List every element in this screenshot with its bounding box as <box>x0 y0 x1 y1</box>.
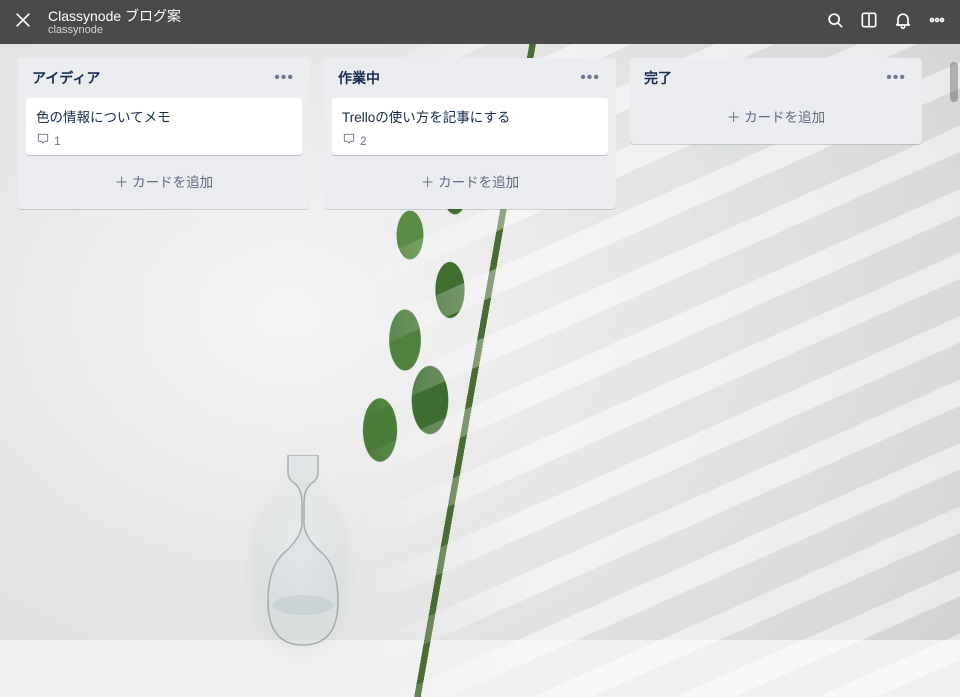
list-title[interactable]: アイディア <box>32 68 100 88</box>
board: アイディア ••• 色の情報についてメモ 1 ＋ カードを追加 作業中 ••• … <box>0 44 960 223</box>
more-menu-button[interactable] <box>920 5 954 39</box>
boards-button[interactable] <box>852 5 886 39</box>
list-title[interactable]: 完了 <box>644 68 672 88</box>
card-badges: 2 <box>342 132 598 149</box>
add-card-button[interactable]: ＋ カードを追加 <box>26 163 302 199</box>
app-header: Classynode ブログ案 classynode <box>0 0 960 44</box>
list-title[interactable]: 作業中 <box>338 68 380 88</box>
notifications-button[interactable] <box>886 5 920 39</box>
more-icon <box>927 10 947 35</box>
more-icon: ••• <box>580 69 600 86</box>
card-title: Trelloの使い方を記事にする <box>342 106 598 126</box>
card[interactable]: Trelloの使い方を記事にする 2 <box>332 98 608 155</box>
search-button[interactable] <box>818 5 852 39</box>
board-title: Classynode ブログ案 <box>48 8 181 24</box>
list-in-progress: 作業中 ••• Trelloの使い方を記事にする 2 ＋ カードを追加 <box>324 58 616 209</box>
bell-icon <box>893 10 913 35</box>
comment-count: 1 <box>54 134 61 148</box>
add-card-button[interactable]: ＋ カードを追加 <box>332 163 608 199</box>
list-menu-button[interactable]: ••• <box>576 71 604 85</box>
close-button[interactable] <box>6 5 40 39</box>
comment-icon <box>36 132 50 149</box>
close-icon <box>13 10 33 35</box>
search-icon <box>825 10 845 35</box>
more-icon: ••• <box>274 69 294 86</box>
comment-count: 2 <box>360 134 367 148</box>
more-icon: ••• <box>886 69 906 86</box>
list-menu-button[interactable]: ••• <box>270 71 298 85</box>
list-done: 完了 ••• ＋ カードを追加 <box>630 58 922 144</box>
card-badges: 1 <box>36 132 292 149</box>
board-team: classynode <box>48 24 181 37</box>
add-card-button[interactable]: ＋ カードを追加 <box>638 98 914 134</box>
comment-icon <box>342 132 356 149</box>
background-vase <box>248 455 358 665</box>
boards-icon <box>859 10 879 35</box>
list-ideas: アイディア ••• 色の情報についてメモ 1 ＋ カードを追加 <box>18 58 310 209</box>
card[interactable]: 色の情報についてメモ 1 <box>26 98 302 155</box>
card-title: 色の情報についてメモ <box>36 106 292 126</box>
scrollbar-thumb[interactable] <box>950 62 958 102</box>
list-menu-button[interactable]: ••• <box>882 71 910 85</box>
board-title-wrap[interactable]: Classynode ブログ案 classynode <box>48 8 181 37</box>
horizontal-scrollbar[interactable] <box>948 44 960 697</box>
